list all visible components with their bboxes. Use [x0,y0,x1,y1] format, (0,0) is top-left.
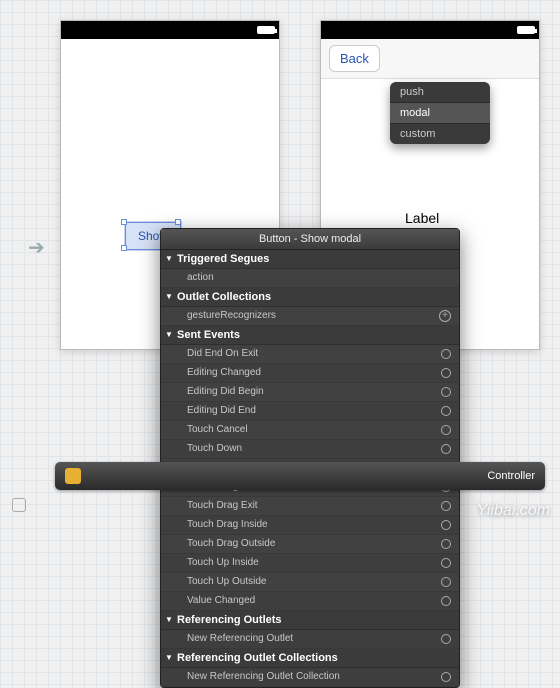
segue-menu-item-modal[interactable]: modal [390,103,490,124]
inspector-row[interactable]: Touch Drag Exit [161,497,459,516]
add-connection-icon[interactable]: + [439,310,451,322]
label-element[interactable]: Label [405,210,439,226]
connection-outlet-icon[interactable] [441,539,451,549]
inspector-row-label: action [187,271,214,285]
status-bar [61,21,279,39]
inspector-row-label: Editing Did Begin [187,385,264,399]
inspector-row[interactable]: Editing Did End [161,402,459,421]
document-outline-toggle-icon[interactable] [12,498,26,512]
inspector-row-label: Value Changed [187,594,255,608]
inspector-row-label: Touch Drag Inside [187,518,268,532]
watermark: Yiibai.com [476,502,550,520]
inspector-row-label: Editing Did End [187,404,256,418]
connection-outlet-icon[interactable] [441,520,451,530]
scene-dock[interactable]: Controller [55,462,545,490]
inspector-section-header[interactable]: Referencing Outlet Collections [161,649,459,668]
inspector-section-header[interactable]: Triggered Segues [161,250,459,269]
inspector-row-label: Touch Down [187,442,242,456]
inspector-row-label: Touch Drag Exit [187,499,258,513]
inspector-row[interactable]: Touch Up Outside [161,573,459,592]
battery-icon [517,26,535,34]
connection-outlet-icon[interactable] [441,387,451,397]
resize-handle[interactable] [175,219,181,225]
inspector-title: Button - Show modal [161,229,459,250]
inspector-row[interactable]: Touch Cancel [161,421,459,440]
connection-outlet-icon[interactable] [441,425,451,435]
inspector-row[interactable]: New Referencing Outlet [161,630,459,649]
inspector-row-label: New Referencing Outlet [187,632,293,646]
inspector-row-label: Touch Drag Outside [187,537,275,551]
inspector-row[interactable]: gestureRecognizers + [161,307,459,326]
inspector-row-label: Touch Up Outside [187,575,267,589]
connection-outlet-icon[interactable] [441,577,451,587]
segue-type-menu: pushmodalcustom [390,82,490,144]
inspector-row-label: New Referencing Outlet Collection [187,670,340,684]
battery-icon [257,26,275,34]
connection-outlet-icon[interactable] [441,672,451,682]
status-bar [321,21,539,39]
back-button[interactable]: Back [329,45,380,72]
connection-outlet-icon[interactable] [441,368,451,378]
inspector-row[interactable]: New Referencing Outlet Collection [161,668,459,687]
connection-outlet-icon[interactable] [441,406,451,416]
navigation-bar: Back [321,39,539,79]
inspector-row[interactable]: Touch Up Inside [161,554,459,573]
inspector-row[interactable]: Editing Changed [161,364,459,383]
inspector-row[interactable]: Touch Drag Outside [161,535,459,554]
connection-outlet-icon[interactable] [441,349,451,359]
connection-outlet-icon[interactable] [441,634,451,644]
inspector-row-label: Touch Up Inside [187,556,259,570]
inspector-row[interactable]: Editing Did Begin [161,383,459,402]
initial-scene-arrow-icon: ➔ [28,235,45,260]
inspector-section-header[interactable]: Referencing Outlets [161,611,459,630]
controller-label: Controller [487,470,535,482]
inspector-row[interactable]: action [161,269,459,288]
resize-handle[interactable] [121,245,127,251]
inspector-row[interactable]: Touch Down [161,440,459,459]
inspector-row[interactable]: Did End On Exit [161,345,459,364]
inspector-row-label: Editing Changed [187,366,261,380]
inspector-section-header[interactable]: Outlet Collections [161,288,459,307]
inspector-section-header[interactable]: Sent Events [161,326,459,345]
segue-menu-item-custom[interactable]: custom [390,124,490,144]
inspector-row[interactable]: Value Changed [161,592,459,611]
connection-outlet-icon[interactable] [441,596,451,606]
inspector-row-label: gestureRecognizers [187,309,276,323]
segue-menu-item-push[interactable]: push [390,82,490,103]
inspector-row-label: Touch Cancel [187,423,248,437]
view-controller-icon[interactable] [65,468,81,484]
connection-outlet-icon[interactable] [441,444,451,454]
resize-handle[interactable] [121,219,127,225]
inspector-row-label: Did End On Exit [187,347,258,361]
connection-outlet-icon[interactable] [441,558,451,568]
connection-outlet-icon[interactable] [441,501,451,511]
connections-inspector[interactable]: Button - Show modal Triggered Segues acti… [160,228,460,688]
